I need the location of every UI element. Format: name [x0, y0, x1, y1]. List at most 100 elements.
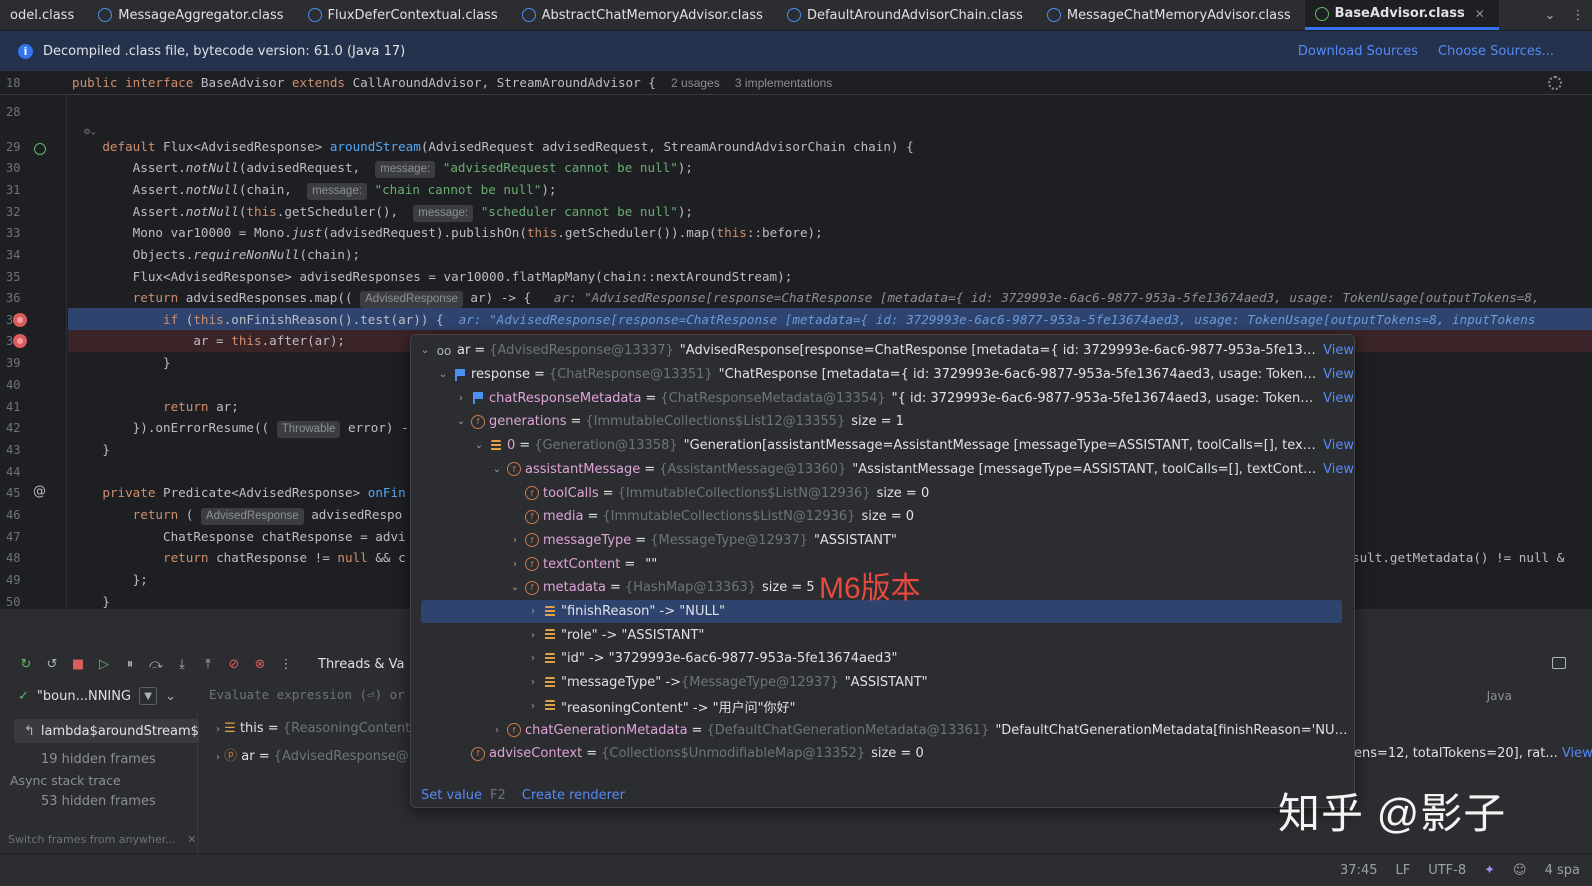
row-content: 0 = {Generation@13358} "Generation[assistan…	[507, 438, 1319, 453]
close-icon[interactable]: ✕	[1475, 7, 1485, 21]
chevron-right-icon[interactable]: ›	[527, 677, 539, 688]
choose-sources-link[interactable]: Choose Sources...	[1438, 44, 1554, 59]
frame-item-selected[interactable]: ↰ lambda$aroundStream$0:	[14, 719, 199, 743]
final-field-icon: f	[525, 486, 539, 501]
tab-message-aggregator[interactable]: MessageAggregator.class	[88, 0, 297, 30]
tree-row[interactable]: › f messageType = {MessageType@12937} "ASSIST…	[411, 529, 1354, 553]
chevron-down-icon[interactable]: ⌄	[509, 582, 521, 593]
view-link[interactable]: View	[1323, 367, 1354, 382]
tree-row[interactable]: › "reasoningContent" -> "用户问"你好"	[411, 695, 1354, 719]
indent-setting[interactable]: 4 spa	[1545, 863, 1580, 878]
implemented-icon[interactable]	[34, 143, 46, 155]
tab-base-advisor[interactable]: BaseAdvisor.class ✕	[1304, 0, 1499, 30]
tab-odel-class[interactable]: odel.class	[0, 0, 88, 30]
stop-icon[interactable]: ■	[70, 656, 86, 672]
more-vertical-icon[interactable]: ⋮	[278, 656, 294, 672]
evaluate-expression-input[interactable]: Evaluate expression (⏎) or	[209, 687, 405, 702]
tree-row[interactable]: ⌄ f generations = {ImmutableCollections$List…	[411, 410, 1354, 434]
row-content: media = {ImmutableCollections$ListN@12936}…	[543, 509, 1354, 524]
close-icon[interactable]: ✕	[187, 833, 196, 846]
create-renderer-link[interactable]: Create renderer	[522, 788, 625, 803]
cursor-position[interactable]: 37:45	[1340, 863, 1377, 878]
tree-row[interactable]: f media = {ImmutableCollections$ListN@12936…	[411, 505, 1354, 529]
step-over-icon[interactable]: ⤼	[148, 656, 164, 672]
tree-row[interactable]: › "messageType" -> {MessageType@12937} "AS…	[411, 671, 1354, 695]
field-icon	[545, 652, 555, 665]
chevron-down-icon[interactable]: ⌄	[437, 369, 449, 380]
tree-row[interactable]: ⌄ response = {ChatResponse@13351} "ChatRespo…	[411, 363, 1354, 387]
line-number: 35	[6, 270, 21, 284]
step-out-icon[interactable]: ⤒	[200, 656, 216, 672]
set-value-link[interactable]: Set value	[421, 788, 482, 803]
step-into-icon[interactable]: ⤓	[174, 656, 190, 672]
tree-row[interactable]: › "id" -> "3729993e-6ac6-9877-953a-5fe136…	[411, 647, 1354, 671]
chevron-right-icon[interactable]: ›	[455, 393, 467, 404]
var-name: ar	[457, 343, 471, 359]
view-link[interactable]: View	[1323, 462, 1354, 477]
tab-flux-defer-contextual[interactable]: FluxDeferContextual.class	[298, 0, 512, 30]
more-vertical-icon[interactable]: ⋮	[1564, 0, 1592, 30]
tree-row[interactable]: › chatResponseMetadata = {ChatResponseMetad…	[411, 386, 1354, 410]
tree-row[interactable]: ⌄ oo ar = {AdvisedResponse@13337} "AdvisedRes…	[411, 339, 1354, 363]
implementations-count[interactable]: 3 implementations	[735, 76, 832, 90]
file-encoding[interactable]: UTF-8	[1428, 863, 1466, 878]
chevron-down-icon[interactable]: ⌄	[455, 416, 467, 427]
chevron-down-icon[interactable]: ⌄	[491, 464, 503, 475]
filter-icon[interactable]: ▼	[139, 687, 158, 705]
gear-icon[interactable]	[1548, 76, 1562, 90]
view-link[interactable]: View	[1323, 343, 1354, 358]
hint-text: Switch frames from anywher...	[8, 833, 176, 846]
hidden-frames[interactable]: 53 hidden frames	[41, 794, 156, 809]
resume-icon[interactable]: ▷	[96, 656, 112, 672]
language-selector[interactable]: Java	[1487, 689, 1512, 703]
hidden-frames[interactable]: 19 hidden frames	[41, 752, 156, 767]
tab-default-around-advisor-chain[interactable]: DefaultAroundAdvisorChain.class	[777, 0, 1037, 30]
breakpoint-icon[interactable]	[13, 313, 27, 327]
rerun-icon[interactable]: ↻	[18, 656, 34, 672]
tree-row[interactable]: › "role" -> "ASSISTANT"	[411, 623, 1354, 647]
restart-icon[interactable]: ↺	[44, 656, 60, 672]
line-separator[interactable]: LF	[1395, 863, 1410, 878]
chevron-right-icon[interactable]: ›	[527, 630, 539, 641]
chevron-right-icon[interactable]: ›	[527, 653, 539, 664]
pause-icon[interactable]: ⏸	[122, 656, 138, 672]
chevron-down-icon[interactable]: ⌄	[419, 345, 431, 356]
var-value: "ASSISTANT"	[813, 532, 897, 548]
chevron-right-icon[interactable]: ›	[509, 559, 521, 570]
override-icon[interactable]: @	[33, 484, 46, 499]
tab-message-chat-memory-advisor[interactable]: MessageChatMemoryAdvisor.class	[1037, 0, 1305, 30]
chevron-right-icon[interactable]: ›	[527, 606, 539, 617]
thread-selector[interactable]: ✓ "boun...NNING ▼ ⌄	[18, 687, 176, 705]
chevron-down-icon[interactable]: ⌄	[473, 440, 485, 451]
param-hint: message:	[413, 205, 474, 222]
chevron-down-icon[interactable]: ⌄	[165, 689, 176, 704]
tab-abstract-chat-memory-advisor[interactable]: AbstractChatMemoryAdvisor.class	[512, 0, 777, 30]
breakpoint-icon[interactable]	[13, 334, 27, 348]
view-link[interactable]: View	[1562, 746, 1592, 761]
chevron-right-icon[interactable]: ›	[216, 724, 220, 735]
tree-row[interactable]: ⌄ 0 = {Generation@13358} "Generation[assista…	[411, 434, 1354, 458]
ai-assistant-icon[interactable]: ☺	[1513, 863, 1527, 878]
layout-icon[interactable]	[1552, 657, 1566, 669]
inline-debug-value: "AdvisedResponse[response=ChatResponse […	[584, 290, 1548, 305]
download-sources-link[interactable]: Download Sources	[1298, 44, 1418, 59]
chevron-right-icon[interactable]: ›	[216, 752, 220, 763]
chevron-down-icon[interactable]: ⌄	[1536, 0, 1564, 30]
view-link[interactable]: View	[1323, 438, 1354, 453]
view-link[interactable]: View	[1323, 391, 1354, 406]
view-breakpoints-icon[interactable]: ⊘	[226, 656, 242, 672]
variable-ar[interactable]: › ⓟ ar = {AdvisedResponse@13	[216, 745, 425, 764]
chevron-right-icon[interactable]: ›	[509, 535, 521, 546]
tree-row[interactable]: f adviseContext = {Collections$Unmodifiable…	[411, 742, 1354, 766]
plugin-icon[interactable]: ✦	[1484, 863, 1495, 878]
variable-this[interactable]: › ☰ this = {ReasoningContentA	[216, 721, 419, 736]
chevron-right-icon[interactable]: ›	[527, 701, 539, 712]
tree-row[interactable]: f toolCalls = {ImmutableCollections$ListN@1…	[411, 481, 1354, 505]
row-content: "messageType" -> {MessageType@12937} "ASS…	[561, 675, 1354, 690]
mute-breakpoints-icon[interactable]: ⊗	[252, 656, 268, 672]
tab-threads-variables[interactable]: Threads & Va	[318, 657, 404, 672]
tree-row[interactable]: › f chatGenerationMetadata = {DefaultChatGen…	[411, 718, 1354, 742]
usages-count[interactable]: 2 usages	[671, 76, 720, 90]
tree-row[interactable]: ⌄ f assistantMessage = {AssistantMessage@133…	[411, 458, 1354, 482]
chevron-right-icon[interactable]: ›	[491, 725, 503, 736]
